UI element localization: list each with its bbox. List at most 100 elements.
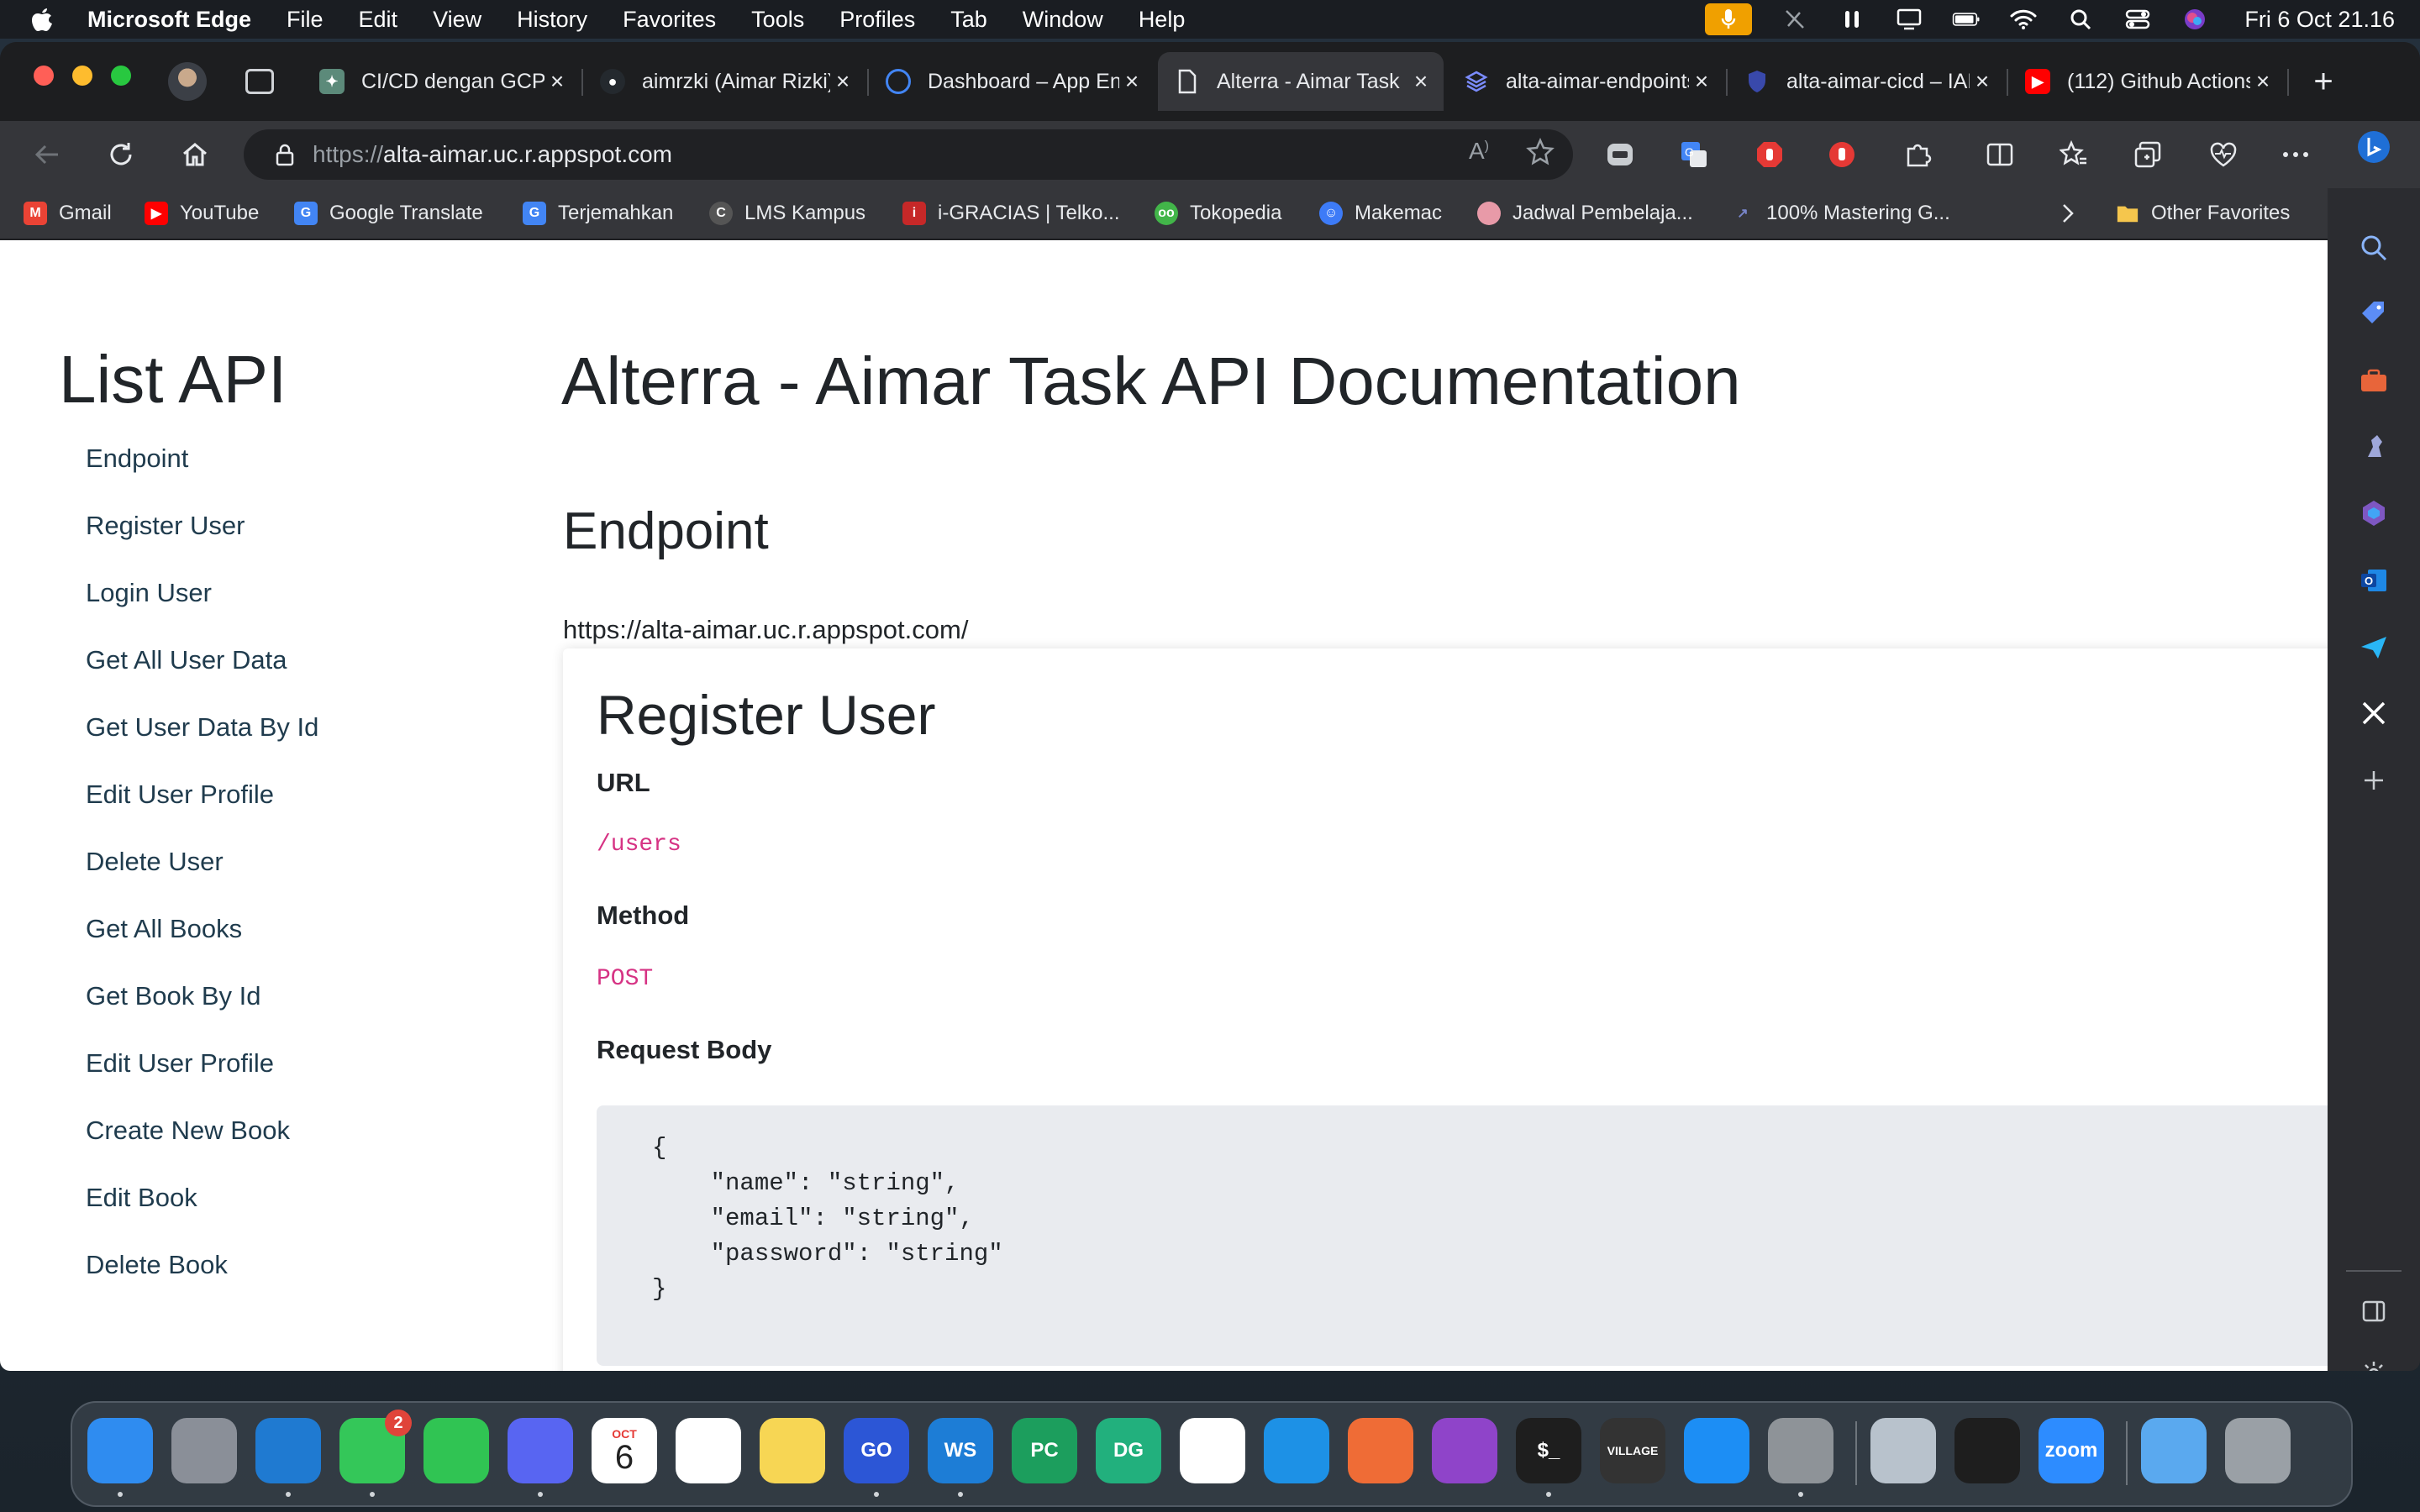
close-icon[interactable]: × — [1970, 68, 1995, 94]
terminal-icon[interactable]: $_ — [1516, 1418, 1581, 1483]
close-icon[interactable]: × — [1689, 68, 1714, 94]
home-icon[interactable] — [178, 138, 212, 171]
reminders-icon[interactable] — [676, 1418, 741, 1483]
menu-file[interactable]: File — [287, 7, 324, 33]
figma-icon[interactable] — [1954, 1418, 2020, 1483]
nav-create-new-book[interactable]: Create New Book — [86, 1114, 318, 1181]
nav-edit-book[interactable]: Edit Book — [86, 1181, 318, 1248]
bing-copilot-icon[interactable] — [2356, 129, 2391, 165]
apple-icon[interactable] — [30, 7, 54, 32]
url-text[interactable]: https://alta-aimar.uc.r.appspot.com — [313, 141, 672, 168]
tab-app-engine-dashboard[interactable]: Dashboard – App Engine × — [869, 52, 1155, 111]
nav-get-all-user-data[interactable]: Get All User Data — [86, 643, 318, 711]
menu-tools[interactable]: Tools — [751, 7, 804, 33]
reload-icon[interactable] — [104, 138, 138, 171]
folder-icon[interactable] — [2141, 1418, 2207, 1483]
favorites-overflow-chevron-icon[interactable] — [2060, 198, 2075, 228]
messages-icon[interactable]: 2 — [339, 1410, 412, 1483]
pen-slash-icon[interactable] — [1781, 5, 1809, 34]
nav-edit-user-profile-2[interactable]: Edit User Profile — [86, 1047, 318, 1114]
menu-tab[interactable]: Tab — [950, 7, 987, 33]
bookmark-terjemahkan[interactable]: G Terjemahkan — [523, 198, 673, 228]
network-settings-icon[interactable] — [1870, 1418, 1936, 1483]
google-translate-extension-icon[interactable]: G — [1677, 138, 1711, 171]
tools-briefcase-icon[interactable] — [2356, 363, 2391, 398]
extensions-puzzle-icon[interactable] — [1901, 138, 1934, 171]
search-icon[interactable] — [2356, 230, 2391, 265]
send-plane-icon[interactable] — [2356, 630, 2391, 665]
favorites-icon[interactable] — [2057, 138, 2091, 171]
tab-github-aimrzki[interactable]: ● aimrzki (Aimar Rizki) × — [583, 52, 865, 111]
menu-window[interactable]: Window — [1023, 7, 1103, 33]
github-desktop-icon[interactable] — [1432, 1418, 1497, 1483]
x-twitter-icon[interactable] — [2356, 696, 2391, 731]
webstorm-icon[interactable]: WS — [928, 1418, 993, 1483]
vscode-icon[interactable] — [1180, 1418, 1245, 1483]
menu-favorites[interactable]: Favorites — [623, 7, 716, 33]
more-options-icon[interactable] — [2279, 138, 2312, 171]
zoom-icon[interactable]: zoom — [2039, 1418, 2104, 1483]
other-favorites-folder[interactable]: Other Favorites — [2116, 198, 2290, 228]
goland-icon[interactable]: GO — [844, 1418, 909, 1483]
menu-app-name[interactable]: Microsoft Edge — [87, 7, 251, 33]
trash-icon[interactable] — [2225, 1418, 2291, 1483]
village-game-icon[interactable]: VILLAGE — [1600, 1418, 1665, 1483]
battery-icon[interactable] — [1952, 5, 1981, 34]
adblock-icon[interactable] — [1753, 138, 1786, 171]
facetime-icon[interactable] — [424, 1418, 489, 1483]
close-icon[interactable]: × — [1119, 68, 1144, 94]
shopping-tag-icon[interactable] — [2356, 296, 2391, 331]
back-arrow-icon[interactable] — [30, 138, 64, 171]
tab-alta-aimar-cicd[interactable]: alta-aimar-cicd – IAM × — [1728, 52, 2005, 111]
finder-icon[interactable] — [87, 1418, 153, 1483]
bookmark-igracias[interactable]: i i-GRACIAS | Telko... — [902, 198, 1120, 228]
zoom-window-button[interactable] — [111, 66, 131, 86]
pycharm-icon[interactable]: PC — [1012, 1418, 1077, 1483]
airpods-icon[interactable] — [1838, 5, 1866, 34]
edge-icon[interactable] — [255, 1418, 321, 1483]
microsoft-365-icon[interactable] — [2356, 496, 2391, 531]
wifi-icon[interactable] — [2009, 5, 2038, 34]
bookmark-tokopedia[interactable]: oo Tokopedia — [1155, 198, 1281, 228]
bookmark-lms-kampus[interactable]: C LMS Kampus — [709, 198, 865, 228]
menu-edit[interactable]: Edit — [359, 7, 398, 33]
system-settings-icon[interactable] — [1768, 1418, 1833, 1483]
add-sidebar-app-icon[interactable] — [2356, 763, 2391, 798]
read-aloud-icon[interactable]: A) — [1469, 138, 1489, 171]
display-icon[interactable] — [1895, 5, 1923, 34]
bookmark-jadwal-pembelajaran[interactable]: Jadwal Pembelaja... — [1477, 198, 1693, 228]
close-window-button[interactable] — [34, 66, 54, 86]
menubar-clock[interactable]: Fri 6 Oct 21.16 — [2244, 7, 2395, 33]
calendar-icon[interactable]: OCT 6 — [592, 1418, 657, 1483]
collections-icon[interactable] — [2131, 138, 2165, 171]
tab-alta-aimar-endpoints[interactable]: alta-aimar-endpoints × — [1447, 52, 1724, 111]
workspaces-icon[interactable] — [245, 69, 274, 94]
browser-essentials-icon[interactable] — [2207, 138, 2240, 171]
line-extension-icon[interactable] — [1603, 138, 1637, 171]
tab-alterra-aimar-task[interactable]: Alterra - Aimar Task × — [1158, 52, 1444, 111]
nav-delete-book[interactable]: Delete Book — [86, 1248, 318, 1315]
outlook-icon[interactable]: O — [2356, 563, 2391, 598]
postman-icon[interactable] — [1348, 1418, 1413, 1483]
notes-icon[interactable] — [760, 1418, 825, 1483]
bookmark-google-translate[interactable]: G Google Translate — [294, 198, 483, 228]
hide-sidebar-icon[interactable] — [2356, 1294, 2391, 1329]
new-tab-button[interactable]: + — [2306, 63, 2341, 100]
adblock-plus-icon[interactable] — [1825, 138, 1859, 171]
discord-icon[interactable] — [508, 1418, 573, 1483]
lock-icon[interactable] — [272, 142, 297, 167]
settings-gear-icon[interactable] — [2356, 1356, 2391, 1371]
menu-view[interactable]: View — [433, 7, 481, 33]
close-icon[interactable]: × — [2250, 68, 2275, 94]
menu-history[interactable]: History — [517, 7, 587, 33]
minimize-window-button[interactable] — [72, 66, 92, 86]
close-icon[interactable]: × — [1408, 68, 1434, 94]
nav-register-user[interactable]: Register User — [86, 509, 318, 576]
spotlight-search-icon[interactable] — [2066, 5, 2095, 34]
close-icon[interactable]: × — [830, 68, 855, 94]
nav-edit-user-profile[interactable]: Edit User Profile — [86, 778, 318, 845]
app-store-icon[interactable] — [1684, 1418, 1749, 1483]
siri-icon[interactable] — [2181, 5, 2209, 34]
tab-cicd-gcp[interactable]: ✦ CI/CD dengan GCP × — [302, 52, 580, 111]
control-center-icon[interactable] — [2123, 5, 2152, 34]
